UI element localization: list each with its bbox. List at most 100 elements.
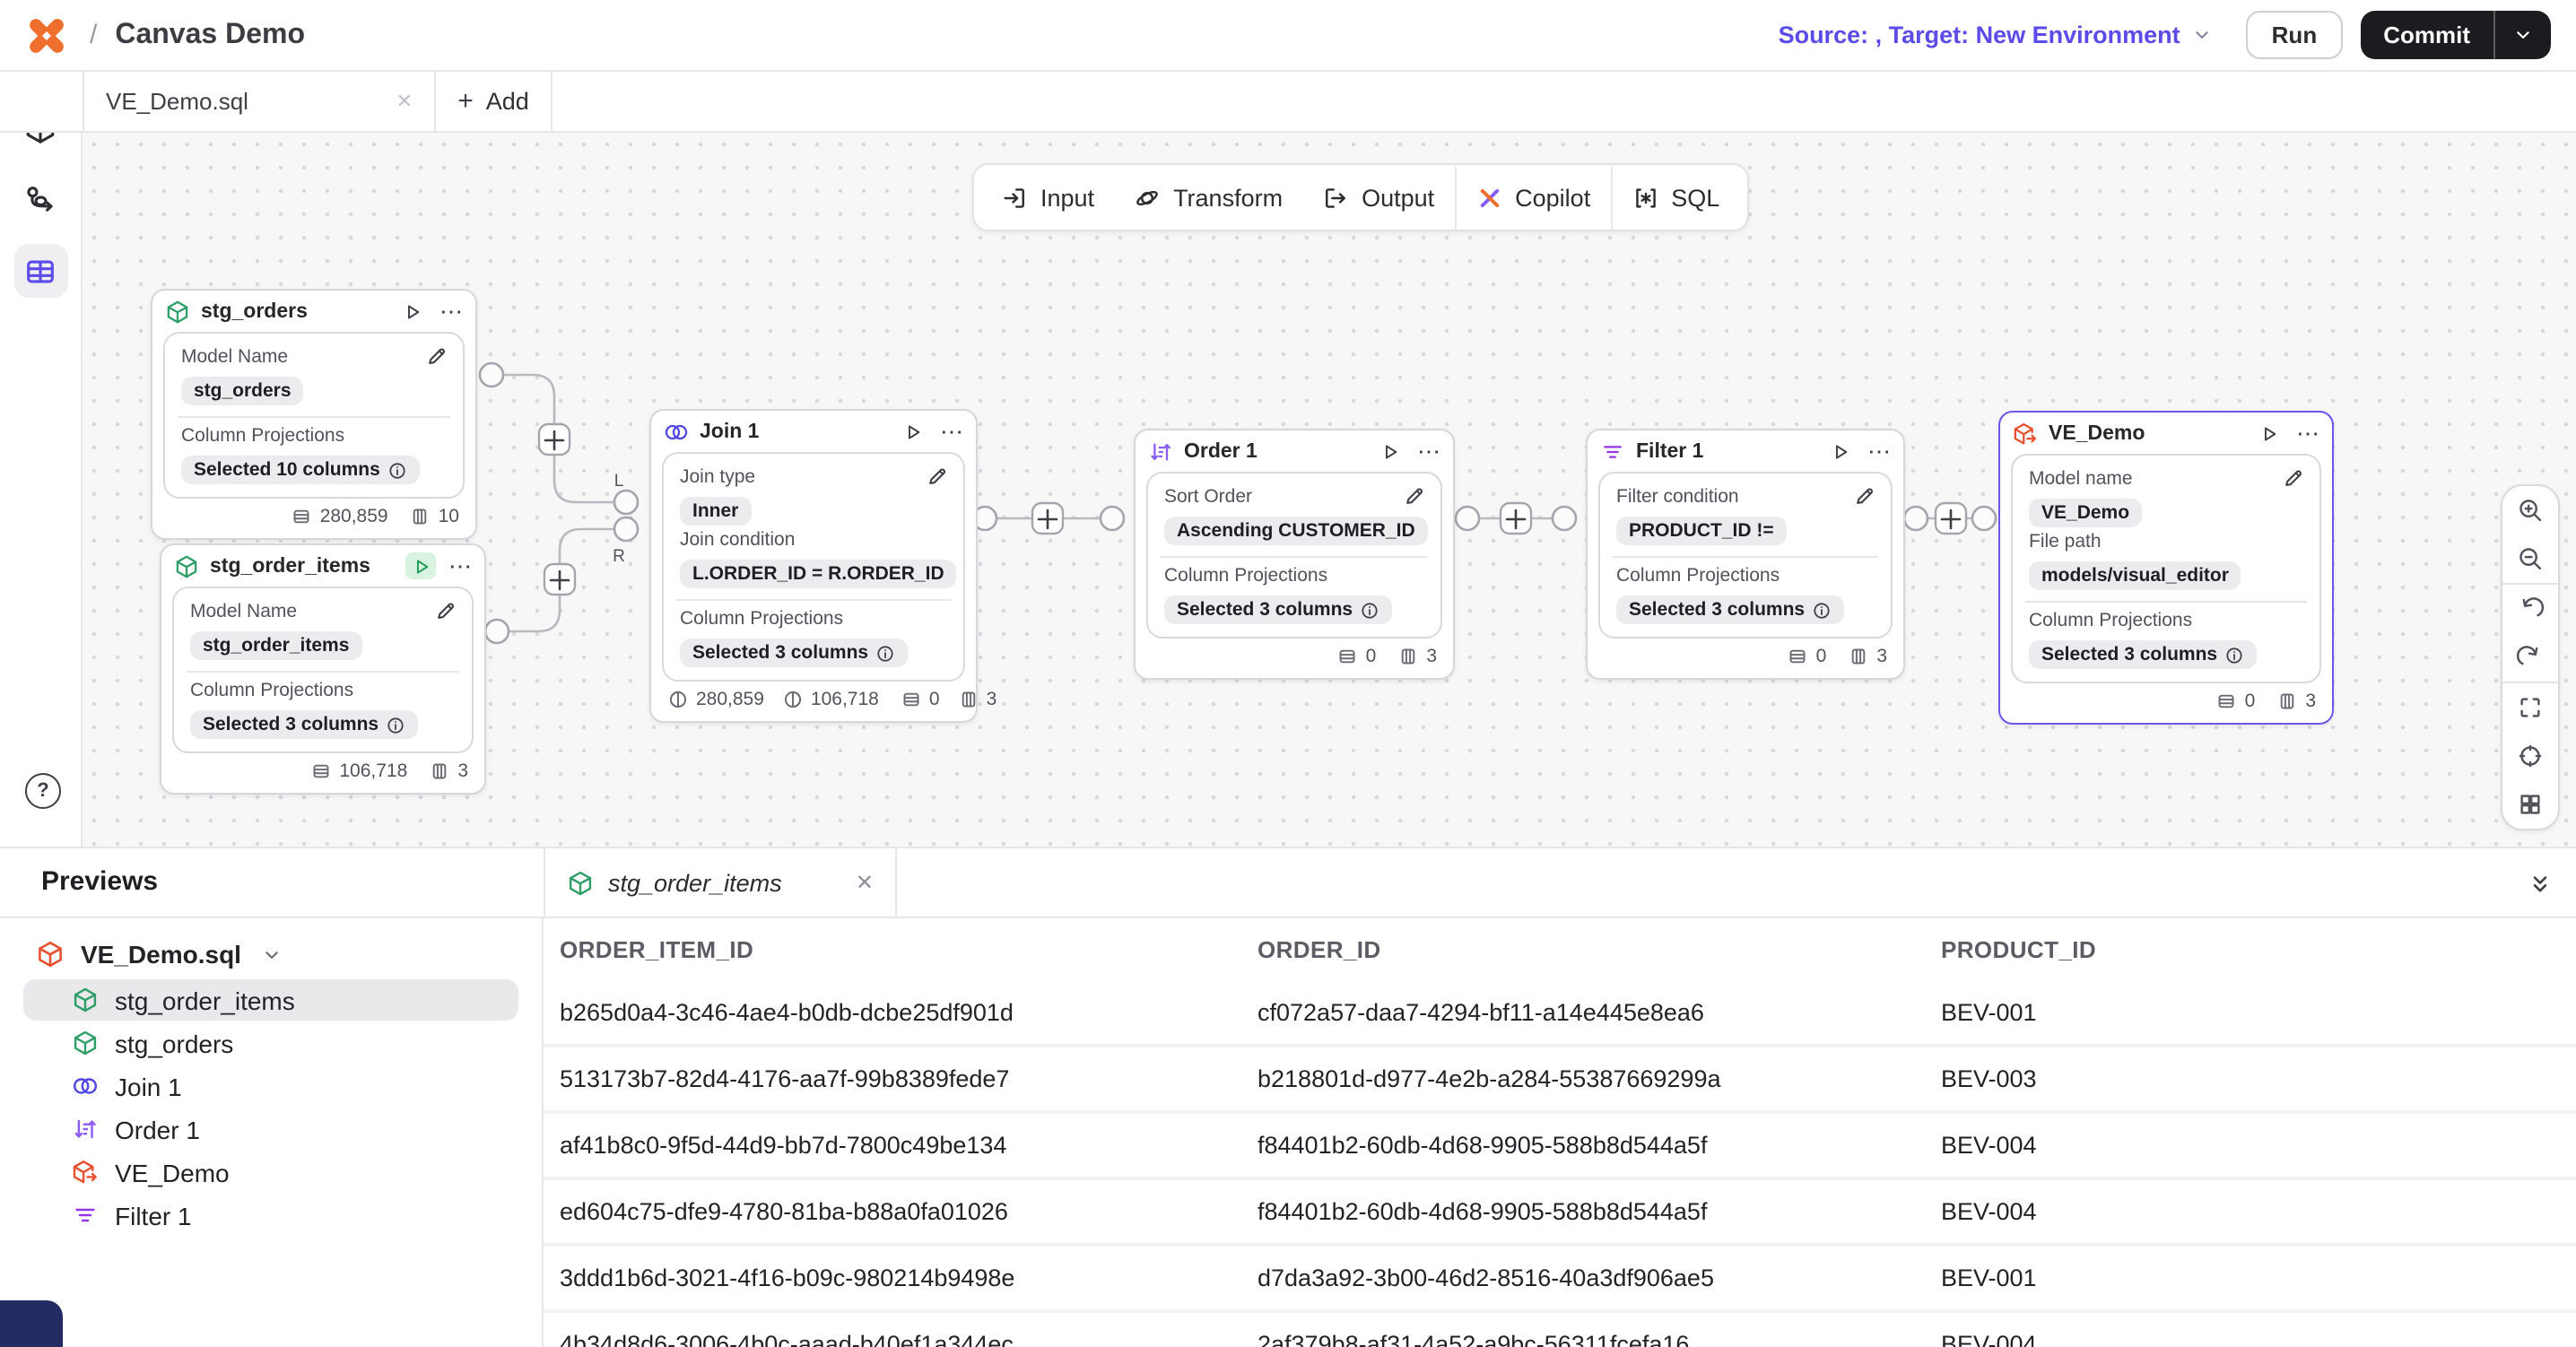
commit-button[interactable]: Commit (2360, 11, 2551, 59)
transform-button[interactable]: Transform (1114, 165, 1302, 230)
redo-button[interactable] (2502, 633, 2558, 682)
play-button[interactable] (897, 418, 927, 445)
more-menu-button[interactable]: ⋯ (1867, 442, 1891, 460)
edit-icon[interactable] (2282, 466, 2305, 490)
add-step-button[interactable] (1501, 503, 1531, 534)
node-join-1[interactable]: Join 1 ⋯ Join type Inner Join condition … (649, 409, 978, 723)
tree-item-filter-1[interactable]: Filter 1 (23, 1195, 518, 1236)
edit-icon[interactable] (1403, 484, 1426, 508)
field-value-pill[interactable]: Inner (680, 497, 751, 526)
tree-root-ve-demo-sql[interactable]: VE_Demo.sql (0, 929, 542, 978)
more-menu-button[interactable]: ⋯ (1417, 442, 1440, 460)
port-order-out[interactable] (1456, 507, 1479, 530)
tree-item-join-1[interactable]: Join 1 (23, 1065, 518, 1107)
port-order-in[interactable] (1101, 507, 1124, 530)
more-menu-button[interactable]: ⋯ (2296, 424, 2319, 442)
more-menu-button[interactable]: ⋯ (448, 557, 472, 575)
edit-icon[interactable] (425, 344, 448, 368)
field-value-pill[interactable]: stg_order_items (190, 631, 361, 660)
field-value-pill[interactable]: stg_orders (181, 377, 304, 405)
field-value-pill[interactable]: Selected 3 columns (190, 710, 418, 739)
tab-close-icon[interactable]: ✕ (396, 90, 413, 113)
undo-button[interactable] (2502, 585, 2558, 633)
rail-table-button[interactable] (13, 244, 67, 298)
field-value-pill[interactable]: Selected 3 columns (1164, 595, 1392, 624)
tree-item-stg-orders[interactable]: stg_orders (23, 1022, 518, 1064)
play-button[interactable] (1374, 438, 1405, 465)
play-button[interactable] (405, 552, 436, 579)
edit-icon[interactable] (434, 599, 457, 622)
zoom-out-button[interactable] (2502, 534, 2558, 583)
help-button[interactable]: ? (25, 773, 61, 809)
add-tab-button[interactable]: + Add (436, 72, 553, 131)
commit-label[interactable]: Commit (2360, 11, 2493, 59)
port-filter-out[interactable] (1904, 507, 1928, 530)
field-value-pill[interactable]: Ascending CUSTOMER_ID (1164, 517, 1428, 545)
port-ve-in[interactable] (1972, 507, 1996, 530)
row-count-stat: 0 (901, 689, 940, 710)
info-icon[interactable] (1360, 600, 1379, 620)
rail-lineage-button[interactable] (13, 172, 67, 226)
tree-item-stg-order-items[interactable]: stg_order_items (23, 979, 518, 1021)
add-step-button[interactable] (539, 424, 570, 455)
pipeline-canvas[interactable]: L R Input Transform Output (83, 133, 2576, 847)
run-button[interactable]: Run (2247, 11, 2343, 59)
play-button[interactable] (1824, 438, 1855, 465)
preview-tab-stg-order-items[interactable]: stg_order_items ✕ (544, 848, 897, 917)
zoom-in-icon (2517, 497, 2544, 524)
tree-item-order-1[interactable]: Order 1 (23, 1108, 518, 1150)
commit-dropdown-button[interactable] (2495, 11, 2551, 59)
preview-tab-close-icon[interactable]: ✕ (856, 870, 874, 895)
field-value-pill[interactable]: L.ORDER_ID = R.ORDER_ID (680, 560, 957, 588)
port-stg-items-out[interactable] (485, 620, 509, 643)
info-icon[interactable] (2224, 645, 2244, 665)
tab-ve-demo-sql[interactable]: VE_Demo.sql ✕ (83, 72, 436, 131)
node-filter-1[interactable]: Filter 1 ⋯ Filter condition PRODUCT_ID !… (1586, 429, 1905, 680)
app-logo-icon[interactable] (25, 13, 68, 56)
info-icon[interactable] (386, 715, 405, 734)
add-step-button[interactable] (1032, 503, 1063, 534)
field-value-pill[interactable]: Selected 3 columns (1616, 595, 1844, 624)
more-menu-button[interactable]: ⋯ (940, 422, 963, 440)
environment-selector[interactable]: Source: , Target: New Environment (1779, 22, 2215, 48)
output-button[interactable]: Output (1302, 165, 1454, 230)
add-step-button[interactable] (544, 564, 575, 595)
info-icon[interactable] (387, 460, 407, 480)
chat-widget-corner[interactable] (0, 1300, 63, 1347)
field-value-pill[interactable]: PRODUCT_ID != (1616, 517, 1787, 545)
center-button[interactable] (2502, 732, 2558, 780)
tree-item-ve-demo[interactable]: VE_Demo (23, 1151, 518, 1193)
play-button[interactable] (2253, 420, 2284, 447)
collapse-panel-button[interactable] (2526, 868, 2554, 900)
field-value-pill[interactable]: Selected 10 columns (181, 456, 420, 484)
add-step-button[interactable] (1936, 503, 1966, 534)
node-stg-order-items[interactable]: stg_order_items ⋯ Model Name stg_order_i… (160, 543, 486, 795)
more-menu-button[interactable]: ⋯ (439, 302, 463, 320)
play-button[interactable] (396, 298, 427, 325)
fit-view-button[interactable] (2502, 683, 2558, 732)
transform-icon (1134, 184, 1161, 211)
edit-icon[interactable] (926, 465, 949, 488)
field-value-pill[interactable]: models/visual_editor (2029, 561, 2241, 590)
port-stg-orders-out[interactable] (480, 363, 503, 387)
info-icon[interactable] (1812, 600, 1832, 620)
node-ve-demo[interactable]: VE_Demo ⋯ Model name VE_Demo File path m… (1998, 411, 2334, 725)
copilot-button[interactable]: Copilot (1456, 165, 1610, 230)
column-count-stat: 3 (1848, 646, 1887, 667)
port-join-right-in[interactable] (614, 517, 638, 541)
zoom-in-button[interactable] (2502, 486, 2558, 534)
port-filter-in[interactable] (1553, 507, 1576, 530)
sql-button[interactable]: SQL (1612, 165, 1739, 230)
field-value-pill[interactable]: Selected 3 columns (680, 639, 908, 667)
field-value-pill[interactable]: Selected 3 columns (2029, 640, 2257, 669)
port-join-left-in[interactable] (614, 491, 638, 514)
chevron-down-icon[interactable] (261, 943, 284, 966)
edit-icon[interactable] (1853, 484, 1876, 508)
node-stg-orders[interactable]: stg_orders ⋯ Model Name stg_orders Colum… (151, 289, 477, 540)
input-button[interactable]: Input (981, 165, 1114, 230)
node-order-1[interactable]: Order 1 ⋯ Sort Order Ascending CUSTOMER_… (1134, 429, 1455, 680)
model-cube-icon (72, 1030, 99, 1056)
info-icon[interactable] (875, 643, 895, 663)
layout-button[interactable] (2502, 780, 2558, 829)
field-value-pill[interactable]: VE_Demo (2029, 499, 2142, 527)
